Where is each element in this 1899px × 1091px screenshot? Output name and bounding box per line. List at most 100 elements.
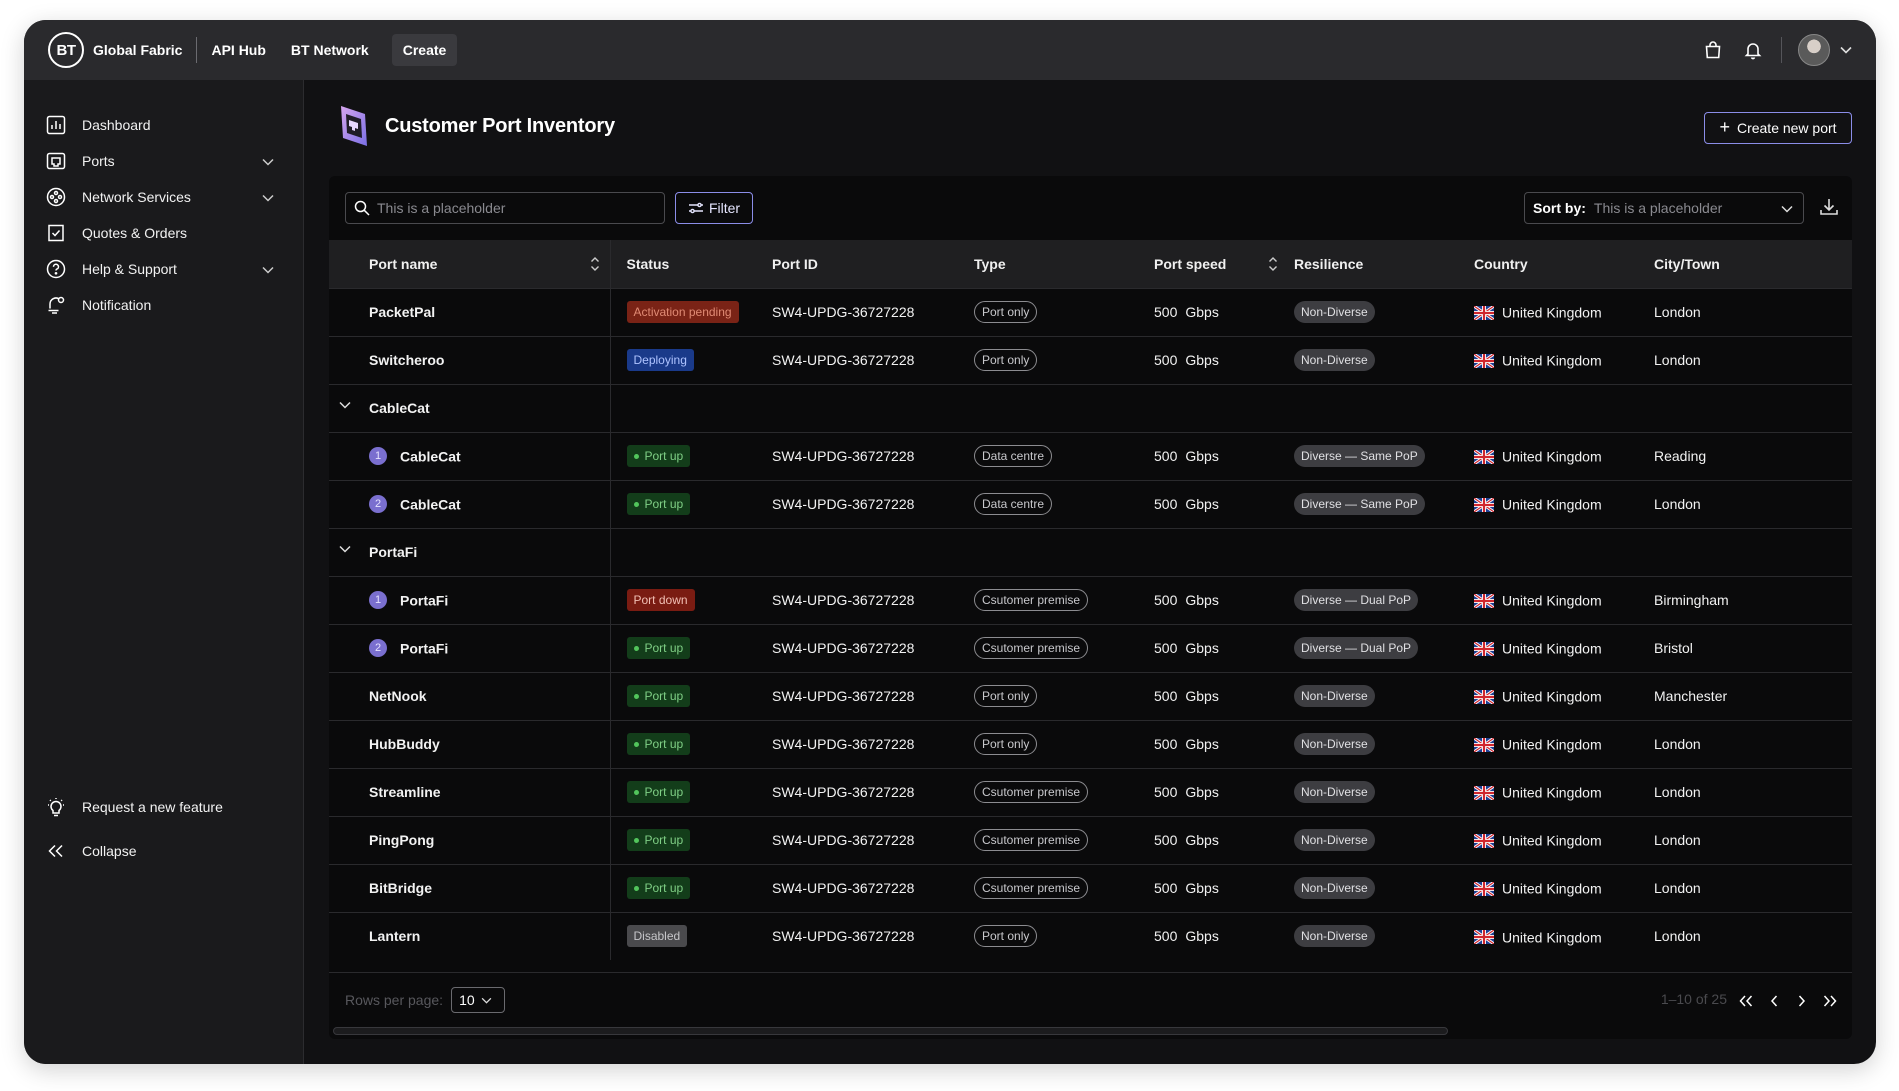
port-name-cell[interactable]: NetNook bbox=[329, 672, 611, 720]
search-input[interactable]: This is a placeholder bbox=[345, 192, 665, 224]
country-name: United Kingdom bbox=[1502, 784, 1602, 801]
sidebar: Dashboard Ports Network Services Quotes … bbox=[24, 80, 304, 1064]
status-badge: Deploying bbox=[626, 349, 694, 371]
port-id-cell: SW4-UPDG-36727228 bbox=[772, 784, 915, 800]
port-name-cell[interactable]: Switcheroo bbox=[329, 336, 611, 384]
port-name-cell[interactable]: 1 CableCat bbox=[329, 432, 611, 480]
port-name-cell[interactable]: HubBuddy bbox=[329, 720, 611, 768]
sidebar-item-network-services[interactable]: Network Services bbox=[40, 178, 280, 216]
resilience-cell: Diverse — Dual PoP bbox=[1294, 624, 1474, 672]
sidebar-item-label: Dashboard bbox=[82, 117, 151, 133]
speed-unit: Gbps bbox=[1185, 448, 1219, 464]
speed-value: 500 bbox=[1154, 784, 1178, 800]
filter-button[interactable]: Filter bbox=[675, 192, 753, 224]
last-page-icon[interactable] bbox=[1820, 991, 1840, 1011]
sub-port-number: 2 bbox=[369, 639, 387, 658]
column-header-port-name[interactable]: Port name bbox=[329, 240, 611, 288]
chevron-down-icon bbox=[262, 261, 274, 277]
sidebar-item-quotes-orders[interactable]: Quotes & Orders bbox=[40, 214, 280, 252]
table-row[interactable]: Lantern Disabled SW4-UPDG-36727228 Port onl… bbox=[329, 912, 1852, 960]
port-id-cell: SW4-UPDG-36727228 bbox=[772, 640, 915, 656]
table-group-row[interactable]: PortaFi bbox=[329, 528, 1852, 576]
table-subrow[interactable]: 2 CableCat Port up SW4-UPDG-36727228 Data ce… bbox=[329, 480, 1852, 528]
shopping-bag-icon[interactable] bbox=[1701, 38, 1725, 62]
previous-page-icon[interactable] bbox=[1764, 991, 1784, 1011]
table-row[interactable]: PingPong Port up SW4-UPDG-36727228 Csutomer… bbox=[329, 816, 1852, 864]
speed-unit: Gbps bbox=[1185, 688, 1219, 704]
table-row[interactable]: Streamline Port up SW4-UPDG-36727228 Csutom… bbox=[329, 768, 1852, 816]
create-new-port-label: Create new port bbox=[1736, 120, 1837, 136]
table-subrow[interactable]: 1 PortaFi Port down SW4-UPDG-36727228 Csutom… bbox=[329, 576, 1852, 624]
port-name-cell[interactable]: BitBridge bbox=[329, 864, 611, 912]
table-row[interactable]: BitBridge Port up SW4-UPDG-36727228 Csutome… bbox=[329, 864, 1852, 912]
table-row[interactable]: NetNook Port up SW4-UPDG-36727228 Port only… bbox=[329, 672, 1852, 720]
network-icon bbox=[44, 185, 68, 209]
resilience-pill: Non-Diverse bbox=[1294, 781, 1375, 803]
table-group-row[interactable]: CableCat bbox=[329, 384, 1852, 432]
sidebar-item-help-support[interactable]: Help & Support bbox=[40, 250, 280, 288]
country-name: United Kingdom bbox=[1502, 880, 1602, 897]
sidebar-item-notification[interactable]: Notification bbox=[40, 286, 280, 324]
chevron-down-icon[interactable] bbox=[339, 401, 351, 409]
country-name: United Kingdom bbox=[1502, 736, 1602, 753]
sidebar-item-ports[interactable]: Ports bbox=[40, 142, 280, 180]
type-pill: Csutomer premise bbox=[974, 637, 1089, 659]
nav-api-hub[interactable]: API Hub bbox=[211, 42, 265, 58]
table-row[interactable]: HubBuddy Port up SW4-UPDG-36727228 Port onl… bbox=[329, 720, 1852, 768]
sort-select[interactable]: Sort by: This is a placeholder bbox=[1524, 192, 1804, 224]
help-icon bbox=[44, 257, 68, 281]
resilience-pill: Diverse — Same PoP bbox=[1294, 445, 1425, 467]
chevron-down-icon[interactable] bbox=[1840, 41, 1852, 59]
next-page-icon[interactable] bbox=[1792, 991, 1812, 1011]
bt-logo[interactable]: BT bbox=[48, 32, 84, 68]
port-name: PacketPal bbox=[369, 304, 436, 320]
collapse-button[interactable]: Collapse bbox=[40, 832, 280, 870]
group-name[interactable]: CableCat bbox=[329, 384, 611, 432]
speed-value: 500 bbox=[1154, 496, 1178, 512]
uk-flag-icon bbox=[1474, 737, 1494, 752]
speed-cell: 500 Gbps bbox=[1154, 624, 1294, 672]
port-name-cell[interactable]: Streamline bbox=[329, 768, 611, 816]
table-row[interactable]: PacketPal Activation pending SW4-UPDG-3672… bbox=[329, 288, 1852, 336]
speed-unit: Gbps bbox=[1185, 496, 1219, 512]
country-name: United Kingdom bbox=[1502, 304, 1602, 321]
port-name-cell[interactable]: 1 PortaFi bbox=[329, 576, 611, 624]
port-name-cell[interactable]: PingPong bbox=[329, 816, 611, 864]
table-header-row: Port name Status Port ID Type Port speed… bbox=[329, 240, 1852, 288]
table-subrow[interactable]: 2 PortaFi Port up SW4-UPDG-36727228 Csutomer… bbox=[329, 624, 1852, 672]
bell-icon[interactable] bbox=[1741, 38, 1765, 62]
chevron-down-icon[interactable] bbox=[339, 545, 351, 553]
brand-name[interactable]: Global Fabric bbox=[93, 42, 182, 58]
user-avatar[interactable] bbox=[1798, 34, 1830, 66]
type-pill: Csutomer premise bbox=[974, 589, 1089, 611]
port-name-cell[interactable]: Lantern bbox=[329, 912, 611, 960]
column-header-port-speed[interactable]: Port speed bbox=[1154, 240, 1294, 288]
horizontal-scrollbar[interactable] bbox=[333, 1027, 1448, 1035]
type-cell: Port only bbox=[974, 912, 1154, 960]
rows-per-page-select[interactable]: 10 bbox=[451, 987, 506, 1013]
speed-cell: 500 Gbps bbox=[1154, 576, 1294, 624]
port-name: HubBuddy bbox=[369, 736, 440, 752]
port-name-cell[interactable]: 2 PortaFi bbox=[329, 624, 611, 672]
type-pill: Port only bbox=[974, 925, 1038, 948]
port-name-cell[interactable]: PacketPal bbox=[329, 288, 611, 336]
sort-icon[interactable] bbox=[1268, 256, 1278, 272]
download-icon[interactable] bbox=[1818, 196, 1840, 218]
sub-port-number: 1 bbox=[369, 591, 387, 610]
nav-bt-network[interactable]: BT Network bbox=[291, 42, 369, 58]
sort-icon[interactable] bbox=[590, 256, 600, 272]
request-feature-button[interactable]: Request a new feature bbox=[40, 788, 280, 826]
sidebar-item-dashboard[interactable]: Dashboard bbox=[40, 106, 280, 144]
table-subrow[interactable]: 1 CableCat Port up SW4-UPDG-36727228 Data ce… bbox=[329, 432, 1852, 480]
resilience-pill: Non-Diverse bbox=[1294, 877, 1375, 899]
resilience-cell: Diverse — Same PoP bbox=[1294, 480, 1474, 528]
port-name-cell[interactable]: 2 CableCat bbox=[329, 480, 611, 528]
nav-create[interactable]: Create bbox=[391, 34, 458, 66]
speed-value: 500 bbox=[1154, 592, 1178, 608]
group-name[interactable]: PortaFi bbox=[329, 528, 611, 576]
create-new-port-button[interactable]: + Create new port bbox=[1704, 112, 1852, 144]
speed-value: 500 bbox=[1154, 304, 1178, 320]
first-page-icon[interactable] bbox=[1736, 991, 1756, 1011]
table-row[interactable]: Switcheroo Deploying SW4-UPDG-36727228 Port… bbox=[329, 336, 1852, 384]
port-name: PortaFi bbox=[400, 640, 449, 657]
